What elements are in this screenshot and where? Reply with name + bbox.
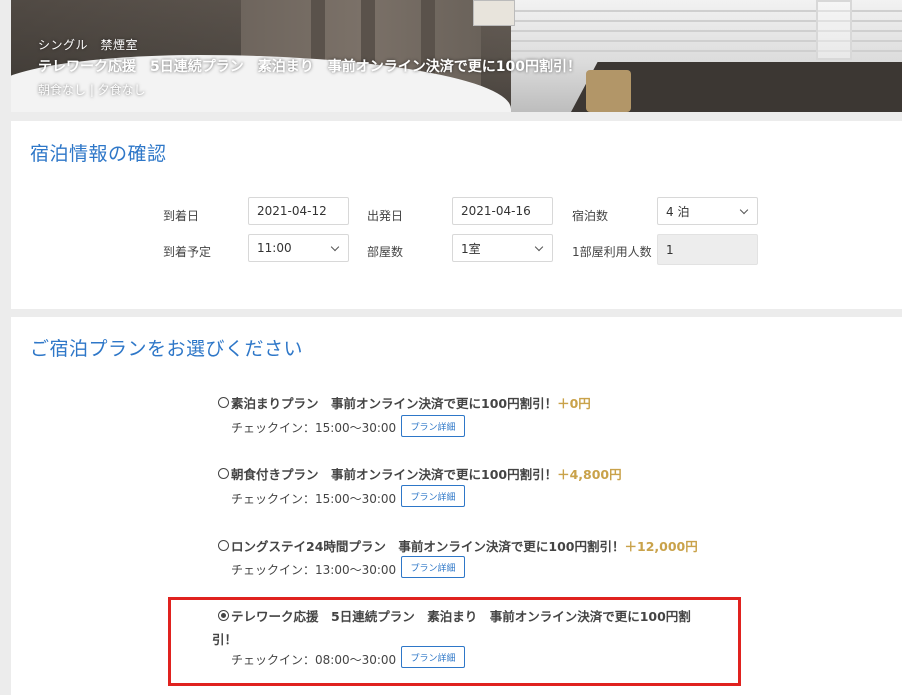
nights-select[interactable]: 4 泊 [657,197,758,225]
stay-info-title: 宿泊情報の確認 [30,143,167,165]
plan-option-1[interactable]: 素泊まりプラン 事前オンライン決済で更に100円割引！ ＋0円 [205,393,591,412]
plan-detail-button[interactable]: プラン詳細 [401,556,465,578]
radio-selected-icon[interactable] [218,610,229,621]
radio-icon[interactable] [218,540,229,551]
arrival-date-field[interactable]: 2021-04-12 [248,197,349,225]
plan-name: 朝食付きプラン 事前オンライン決済で更に100円割引！ [231,467,558,482]
plan-name-continued: 引！ [212,632,238,647]
plan-detail-button[interactable]: プラン詳細 [401,415,465,437]
rooms-select[interactable]: 1室 [452,234,553,262]
plan-name: 素泊まりプラン 事前オンライン決済で更に100円割引！ [231,396,558,411]
room-type: シングル 禁煙室 [38,38,139,52]
guests-field: 1 [657,234,758,265]
plan-checkin: チェックイン：08:00～30:00 [231,653,397,667]
radio-icon[interactable] [218,468,229,479]
plan-checkin: チェックイン：15:00～30:00 [231,421,397,435]
radio-icon[interactable] [218,397,229,408]
hero-text: シングル 禁煙室 テレワーク応援 5日連続プラン 素泊まり 事前オンライン決済で… [38,36,581,98]
plan-checkin: チェックイン：13:00～30:00 [231,563,397,577]
plan-price: ＋12,000円 [624,539,698,554]
wall-switch [473,0,515,26]
departure-date-label: 出発日 [367,209,404,223]
meal-info: 朝食なし | 夕食なし [38,83,146,97]
hero-banner: シングル 禁煙室 テレワーク応援 5日連続プラン 素泊まり 事前オンライン決済で… [11,0,902,112]
plan-price: ＋4,800円 [557,467,622,482]
hero-plan-name: テレワーク応援 5日連続プラン 素泊まり 事前オンライン決済で更に100円割引！ [38,59,581,75]
departure-date-field[interactable]: 2021-04-16 [452,197,553,225]
plan-option-3[interactable]: ロングステイ24時間プラン 事前オンライン決済で更に100円割引！ ＋12,00… [205,536,698,555]
plan-name: ロングステイ24時間プラン 事前オンライン決済で更に100円割引！ [231,539,625,554]
stay-info-card: 宿泊情報の確認 到着日 2021-04-12 出発日 2021-04-16 宿泊… [11,121,902,309]
rooms-label: 部屋数 [367,245,404,259]
arrival-time-select[interactable]: 11:00 [248,234,349,262]
guests-label: 1部屋利用人数 [572,245,652,259]
plan-detail-button[interactable]: プラン詳細 [401,485,465,507]
plan-name: テレワーク応援 5日連続プラン 素泊まり 事前オンライン決済で更に100円割 [231,609,691,624]
arrival-date-label: 到着日 [163,209,200,223]
plan-price: ＋0円 [557,396,591,411]
plan-select-title: ご宿泊プランをお選びください [30,338,304,360]
plan-option-2[interactable]: 朝食付きプラン 事前オンライン決済で更に100円割引！ ＋4,800円 [205,464,622,483]
plan-checkin: チェックイン：15:00～30:00 [231,492,397,506]
arrival-time-label: 到着予定 [163,245,212,259]
nights-label: 宿泊数 [572,209,609,223]
plan-detail-button[interactable]: プラン詳細 [401,646,465,668]
plan-option-4[interactable]: テレワーク応援 5日連続プラン 素泊まり 事前オンライン決済で更に100円割 引… [205,606,691,648]
